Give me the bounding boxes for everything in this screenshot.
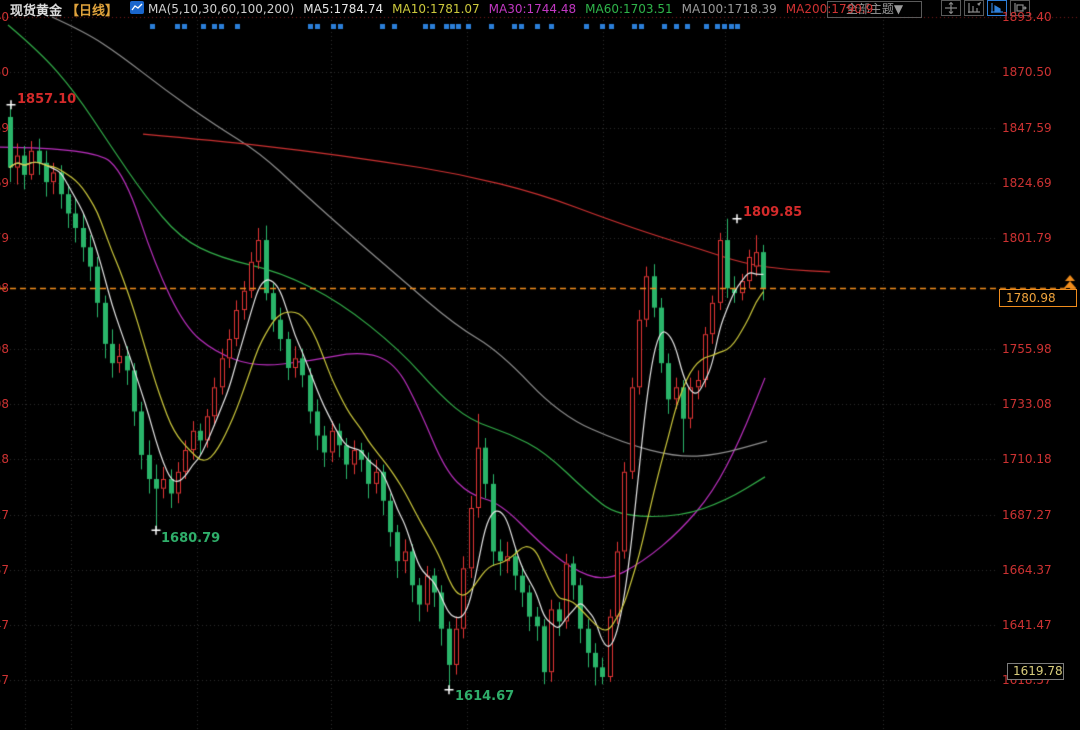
axis-price-label-clipped: 1780.98: [0, 281, 9, 295]
axis-price-label: 1733.08: [1002, 397, 1052, 411]
ma-value-label: MA5:1784.74: [303, 2, 383, 16]
axis-price-label-clipped: 1618.57: [0, 673, 9, 687]
axis-price-label-clipped: 1870.50: [0, 65, 9, 79]
instrument-title: 现货黄金 【日线】: [10, 0, 118, 19]
left-axis-clipped: 1893.401870.501847.591824.691801.791755.…: [0, 0, 9, 730]
ma-values-group: MA5:1784.74 MA10:1781.07 MA30:1744.48 MA60:…: [294, 2, 873, 16]
candlestick-chart-canvas[interactable]: [0, 0, 1080, 730]
axis-price-label: 1847.59: [1002, 121, 1052, 135]
axis-price-label: 1755.98: [1002, 342, 1052, 356]
axis-price-label-clipped: 1755.98: [0, 342, 9, 356]
current-price-box: 1780.98: [999, 289, 1077, 307]
axis-price-label: 1687.27: [1002, 508, 1052, 522]
price-annotation: 1857.10: [17, 92, 76, 107]
low-marker-box: 1619.78: [1007, 663, 1064, 680]
axis-price-label: 1641.47: [1002, 618, 1052, 632]
ma-value-label: MA10:1781.07: [392, 2, 480, 16]
price-annotation: 1680.79: [161, 531, 220, 546]
kline-icon: [130, 1, 144, 17]
axis-price-label-clipped: 1801.79: [0, 231, 9, 245]
axis-price-label: 1824.69: [1002, 176, 1052, 190]
price-annotation: 1614.67: [455, 689, 514, 704]
ma-value-label: MA200:1790.9: [786, 2, 874, 16]
period-label: 【日线】: [66, 0, 118, 19]
axis-price-label: 1710.18: [1002, 452, 1052, 466]
price-annotation: 1809.85: [743, 205, 802, 220]
ma-value-label: MA60:1703.51: [585, 2, 673, 16]
axis-price-label-clipped: 1710.18: [0, 452, 9, 466]
symbol-name: 现货黄金: [10, 0, 62, 19]
axis-price-label-clipped: 1664.37: [0, 563, 9, 577]
ma-value-label: MA100:1718.39: [682, 2, 777, 16]
axis-price-label: 1664.37: [1002, 563, 1052, 577]
axis-price-label-clipped: 1824.69: [0, 176, 9, 190]
axis-price-label-clipped: 1847.59: [0, 121, 9, 135]
ma-value-label: MA30:1744.48: [489, 2, 577, 16]
axis-price-label-clipped: 1687.27: [0, 508, 9, 522]
axis-price-label-clipped: 1641.47: [0, 618, 9, 632]
axis-price-label-clipped: 1733.08: [0, 397, 9, 411]
chart-header: 现货黄金 【日线】 MA(5,10,30,60,100,200) MA5:178…: [0, 0, 1080, 18]
axis-price-label: 1870.50: [1002, 65, 1052, 79]
ma-caption: MA(5,10,30,60,100,200): [148, 2, 294, 16]
axis-price-label: 1801.79: [1002, 231, 1052, 245]
trading-chart-window: 现货黄金 【日线】 MA(5,10,30,60,100,200) MA5:178…: [0, 0, 1080, 730]
